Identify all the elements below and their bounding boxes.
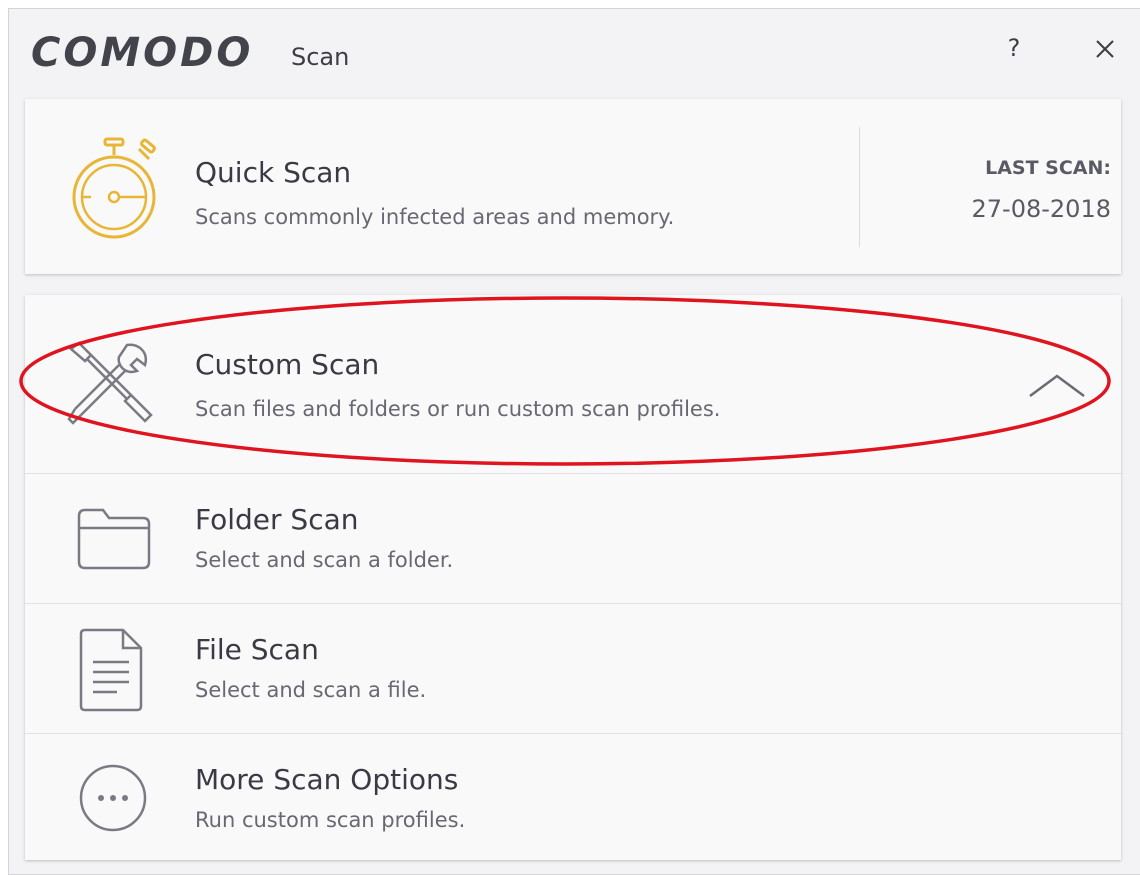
chevron-up-icon[interactable] [1028, 370, 1086, 400]
close-icon [1096, 40, 1114, 58]
folder-scan-description: Select and scan a folder. [195, 548, 454, 572]
file-scan-description: Select and scan a file. [195, 678, 427, 702]
custom-scan-card: Custom Scan Scan files and folders or ru… [25, 295, 1121, 860]
more-scan-options-description: Run custom scan profiles. [195, 808, 466, 832]
custom-scan-header[interactable]: Custom Scan Scan files and folders or ru… [25, 295, 1121, 473]
stopwatch-icon [72, 137, 156, 239]
custom-scan-description: Scan files and folders or run custom sca… [195, 397, 721, 421]
more-scan-options-title: More Scan Options [195, 763, 459, 796]
window-title: Scan [291, 43, 350, 71]
custom-scan-title: Custom Scan [195, 348, 380, 381]
divider [859, 127, 860, 247]
more-scan-options-item[interactable]: More Scan Options Run custom scan profil… [25, 733, 1121, 863]
last-scan-label: LAST SCAN: [985, 157, 1111, 179]
folder-icon [77, 508, 151, 570]
last-scan-date: 27-08-2018 [971, 195, 1111, 223]
help-button[interactable]: ? [999, 31, 1029, 65]
quick-scan-card[interactable]: Quick Scan Scans commonly infected areas… [25, 99, 1121, 274]
quick-scan-title: Quick Scan [195, 156, 352, 189]
title-bar: COMODO Scan ? [9, 9, 1140, 97]
folder-scan-title: Folder Scan [195, 503, 359, 536]
quick-scan-description: Scans commonly infected areas and memory… [195, 205, 675, 229]
close-button[interactable] [1089, 33, 1121, 65]
file-icon [79, 628, 143, 712]
comodo-logo: COMODO [31, 30, 254, 76]
file-scan-title: File Scan [195, 633, 319, 666]
folder-scan-item[interactable]: Folder Scan Select and scan a folder. [25, 473, 1121, 603]
more-options-icon [79, 764, 147, 832]
tools-icon [67, 341, 153, 425]
scan-window: COMODO Scan ? Quick Scan Scans commonly … [8, 8, 1140, 875]
file-scan-item[interactable]: File Scan Select and scan a file. [25, 603, 1121, 733]
